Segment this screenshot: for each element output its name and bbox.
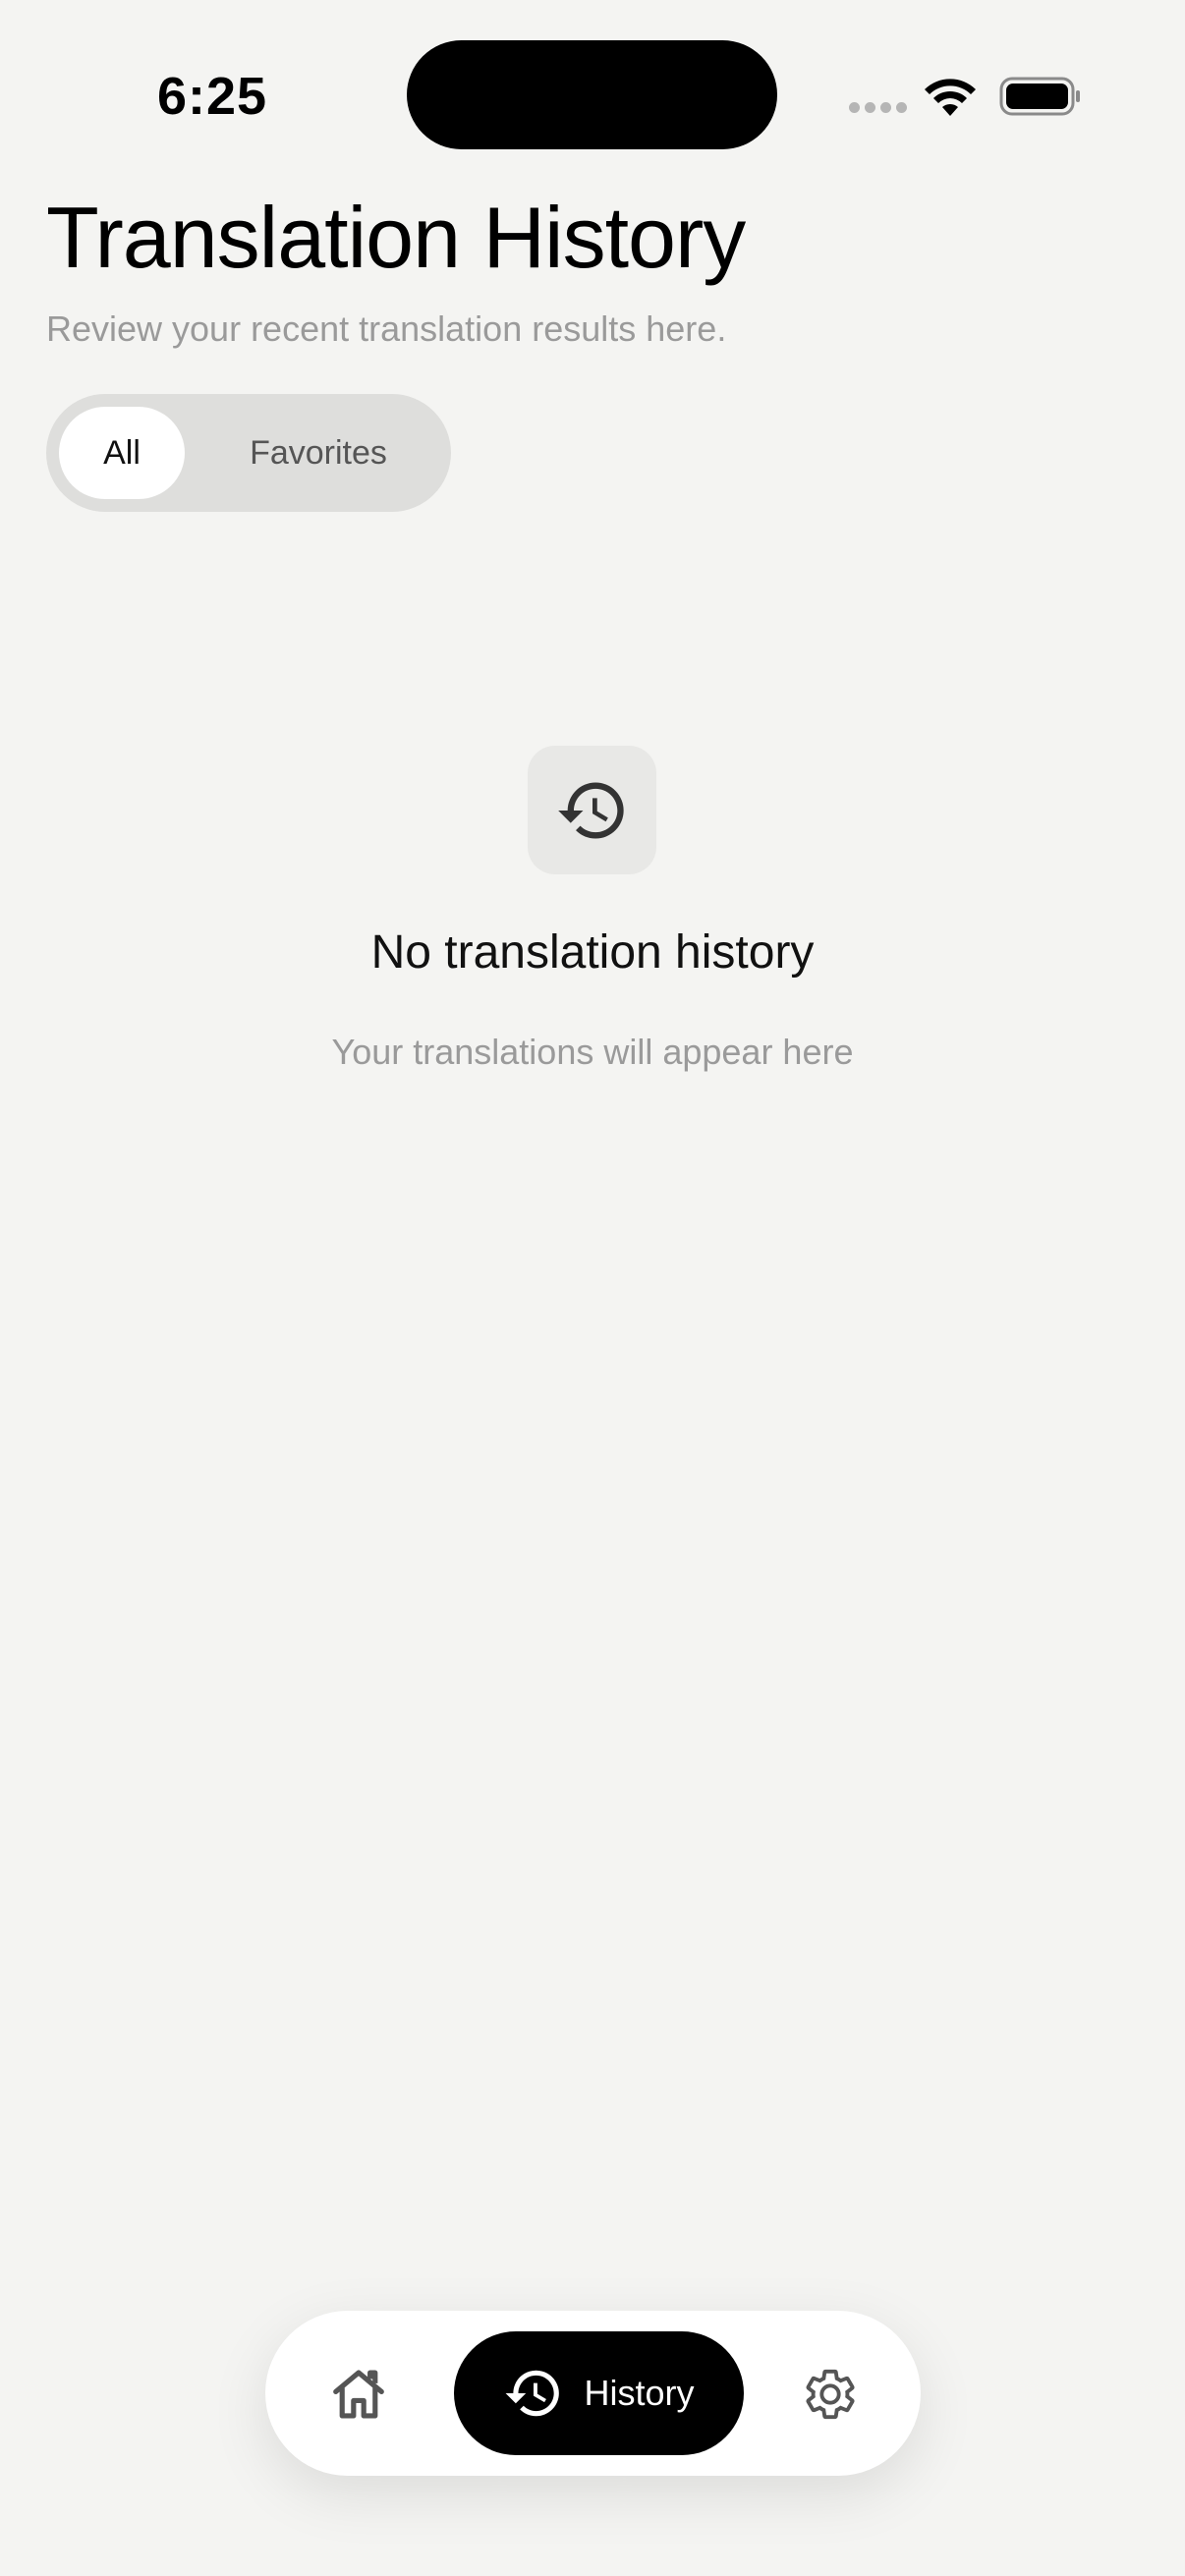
gear-icon [806, 2369, 855, 2420]
status-time: 6:25 [157, 67, 268, 126]
bottom-tab-bar: History [265, 2311, 921, 2476]
home-icon [333, 2370, 384, 2419]
empty-state-message: Your translations will appear here [331, 1032, 854, 1072]
tab-settings[interactable] [796, 2360, 865, 2429]
empty-state-title: No translation history [370, 926, 815, 979]
tab-home[interactable] [324, 2360, 393, 2429]
history-filter-segmented-control: All Favorites [46, 394, 451, 512]
empty-state-icon-container [528, 746, 656, 874]
battery-icon [999, 77, 1080, 116]
history-icon [506, 2370, 560, 2417]
filter-favorites-button[interactable]: Favorites [207, 407, 429, 499]
history-icon [557, 782, 624, 838]
cellular-signal-icon [849, 102, 907, 113]
tab-history-label: History [584, 2373, 695, 2413]
dynamic-island [407, 40, 777, 149]
wifi-icon [925, 79, 976, 116]
filter-all-button[interactable]: All [59, 407, 185, 499]
tab-history[interactable]: History [454, 2331, 744, 2455]
page-title: Translation History [46, 189, 746, 286]
page-subtitle: Review your recent translation results h… [46, 308, 727, 349]
